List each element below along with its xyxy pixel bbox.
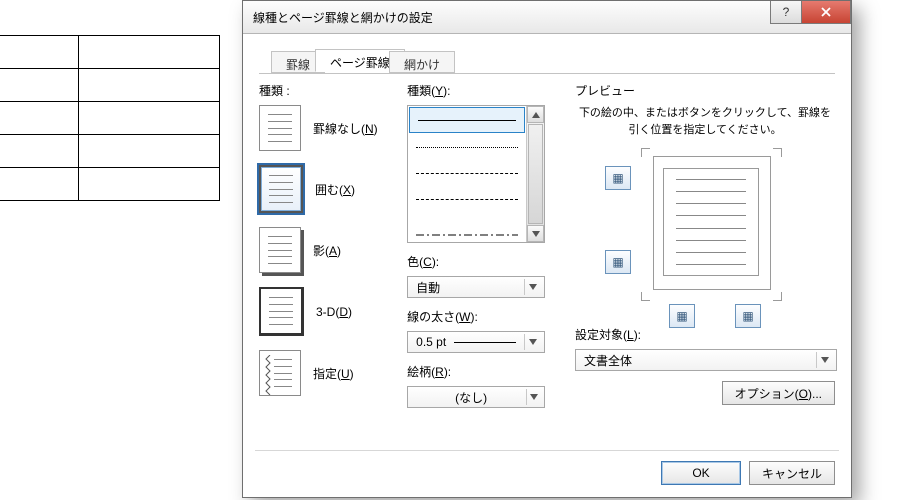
border-right-icon: ▦ bbox=[742, 309, 753, 323]
line-style-dashdot[interactable] bbox=[408, 212, 526, 238]
preview-corner-mark bbox=[773, 292, 782, 301]
line-style-dashed-fine[interactable] bbox=[408, 160, 526, 186]
scroll-up-button[interactable] bbox=[527, 106, 544, 123]
border-left-icon: ▦ bbox=[676, 309, 687, 323]
art-label: 絵柄(R): bbox=[407, 363, 555, 380]
chevron-down-icon bbox=[524, 334, 541, 350]
border-left-toggle[interactable]: ▦ bbox=[669, 304, 695, 328]
width-label: 線の太さ(W): bbox=[407, 308, 555, 325]
border-bottom-toggle[interactable]: ▦ bbox=[605, 250, 631, 274]
preset-box[interactable]: 囲む(X) bbox=[259, 165, 387, 213]
ok-button[interactable]: OK bbox=[661, 461, 741, 485]
ok-label: OK bbox=[692, 466, 709, 480]
line-style-dashed[interactable] bbox=[408, 186, 526, 212]
preset-3d-icon bbox=[259, 287, 304, 336]
preset-box-icon bbox=[259, 165, 303, 213]
cancel-label: キャンセル bbox=[762, 465, 822, 482]
apply-to-label: 設定対象(L): bbox=[575, 326, 835, 343]
help-icon: ? bbox=[783, 5, 790, 19]
preview-corner-mark bbox=[773, 148, 782, 157]
line-style-dotted[interactable] bbox=[408, 134, 526, 160]
chevron-down-icon bbox=[524, 279, 541, 295]
preview-page-content[interactable] bbox=[663, 168, 759, 276]
width-combobox[interactable]: 0.5 pt bbox=[407, 331, 545, 353]
tab-label: 網かけ bbox=[404, 58, 440, 72]
border-top-toggle[interactable]: ▦ bbox=[605, 166, 631, 190]
preset-label: 影(A) bbox=[313, 242, 341, 259]
preset-custom[interactable]: 指定(U) bbox=[259, 350, 387, 396]
art-combobox[interactable]: (なし) bbox=[407, 386, 545, 408]
width-preview-line bbox=[454, 342, 516, 343]
options-button[interactable]: オプション(O)... bbox=[722, 381, 835, 405]
preset-custom-icon bbox=[259, 350, 301, 396]
preview-corner-mark bbox=[641, 292, 650, 301]
preset-label: 罫線なし(N) bbox=[313, 120, 378, 137]
preset-label: 指定(U) bbox=[313, 365, 354, 382]
dialog-titlebar[interactable]: 線種とページ罫線と網かけの設定 ? bbox=[243, 1, 851, 34]
preset-label: 3-D(D) bbox=[316, 305, 352, 319]
scroll-down-button[interactable] bbox=[527, 225, 544, 242]
color-label: 色(C): bbox=[407, 253, 555, 270]
preview-label: プレビュー bbox=[575, 82, 835, 99]
apply-to-value: 文書全体 bbox=[584, 352, 632, 369]
preset-shadow[interactable]: 影(A) bbox=[259, 227, 387, 273]
color-combobox[interactable]: 自動 bbox=[407, 276, 545, 298]
scroll-thumb[interactable] bbox=[528, 124, 543, 224]
line-style-solid[interactable] bbox=[409, 107, 525, 133]
help-button[interactable]: ? bbox=[770, 1, 801, 24]
line-style-scrollbar[interactable] bbox=[526, 106, 544, 242]
preview-area[interactable]: ▦ ▦ ▦ ▦ bbox=[575, 150, 835, 320]
preset-section-label: 種類 : bbox=[259, 82, 387, 99]
background-document-table: 目↵ 語↵ 学↵ 科↵ 会↵ bbox=[0, 35, 220, 201]
borders-and-shading-dialog: 線種とページ罫線と網かけの設定 ? 罫線 ページ罫線 網かけ bbox=[242, 0, 852, 498]
color-value: 自動 bbox=[416, 279, 440, 296]
dialog-title: 線種とページ罫線と網かけの設定 bbox=[253, 9, 433, 26]
preset-none-icon bbox=[259, 105, 301, 151]
tab-label: 罫線 bbox=[286, 58, 310, 72]
tab-shading[interactable]: 網かけ bbox=[389, 51, 455, 73]
apply-to-combobox[interactable]: 文書全体 bbox=[575, 349, 837, 371]
preset-3d[interactable]: 3-D(D) bbox=[259, 287, 387, 336]
chevron-down-icon bbox=[816, 352, 833, 368]
border-top-icon: ▦ bbox=[612, 171, 623, 185]
line-style-listbox[interactable] bbox=[407, 105, 545, 243]
close-button[interactable] bbox=[801, 1, 851, 24]
preset-shadow-icon bbox=[259, 227, 301, 273]
style-label: 種類(Y): bbox=[407, 82, 555, 99]
footer-separator bbox=[255, 450, 839, 451]
options-button-label: オプション(O)... bbox=[735, 385, 822, 402]
dialog-tabstrip: 罫線 ページ罫線 網かけ bbox=[259, 49, 835, 74]
preset-none[interactable]: 罫線なし(N) bbox=[259, 105, 387, 151]
preview-instruction: 下の絵の中、またはボタンをクリックして、罫線を引く位置を指定してください。 bbox=[575, 105, 835, 138]
preview-corner-mark bbox=[641, 148, 650, 157]
close-icon bbox=[820, 6, 832, 18]
preset-label: 囲む(X) bbox=[315, 181, 355, 198]
border-bottom-icon: ▦ bbox=[612, 255, 623, 269]
border-right-toggle[interactable]: ▦ bbox=[735, 304, 761, 328]
width-value: 0.5 pt bbox=[416, 335, 446, 349]
art-value: (なし) bbox=[416, 389, 526, 406]
tab-label: ページ罫線 bbox=[330, 56, 390, 70]
cancel-button[interactable]: キャンセル bbox=[749, 461, 835, 485]
chevron-down-icon bbox=[526, 389, 541, 405]
